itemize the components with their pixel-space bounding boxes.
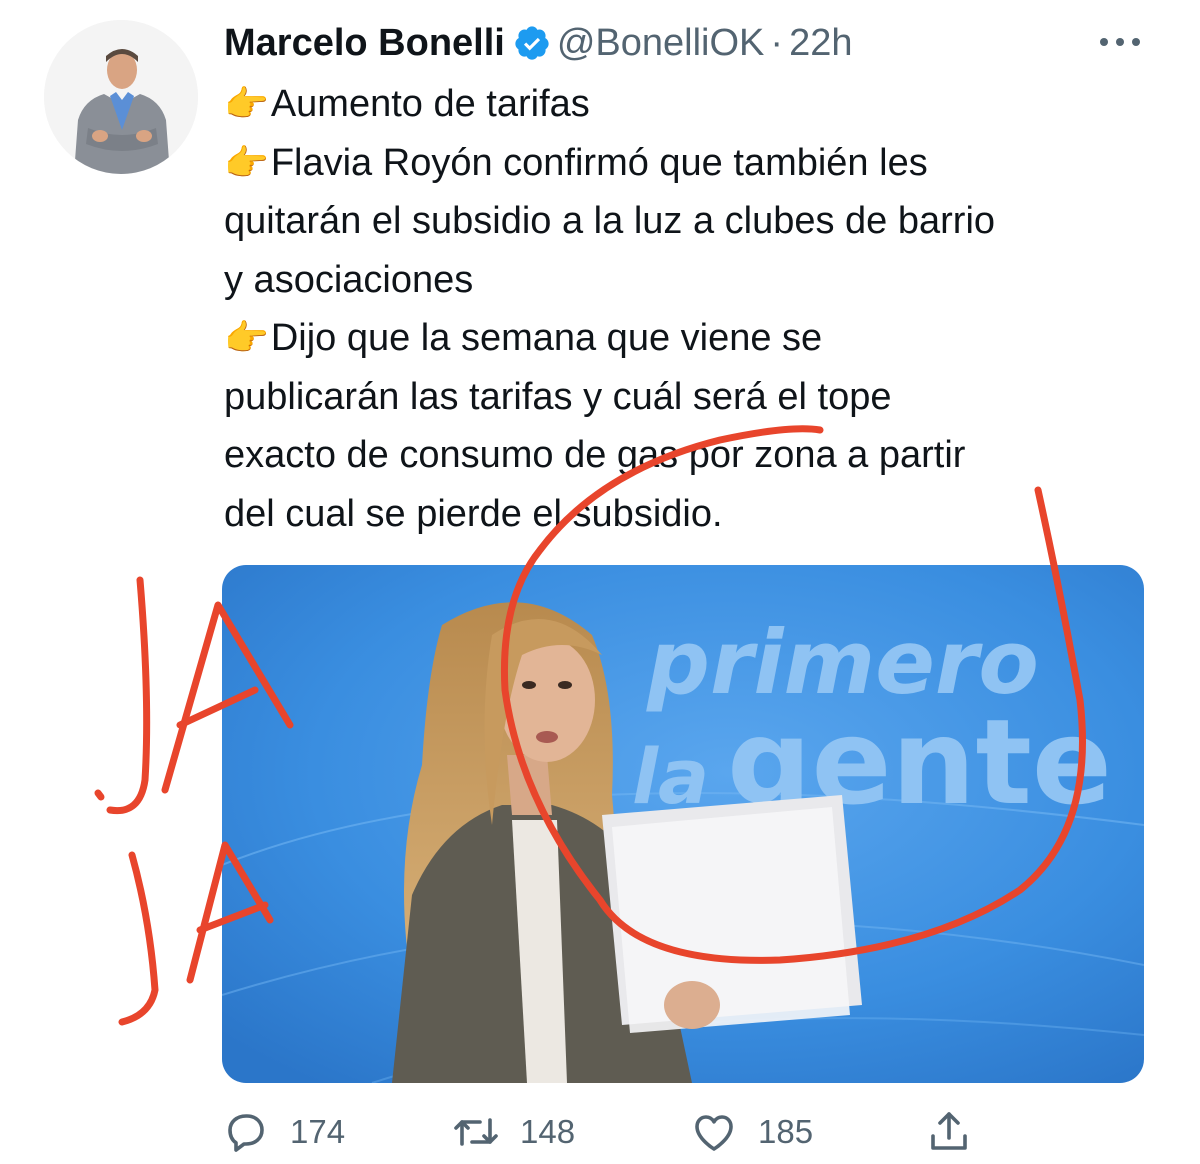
tweet-text-span: publicarán las tarifas y cuál será el to…	[224, 375, 892, 418]
retweet-button[interactable]: 148	[452, 1100, 575, 1164]
author-avatar[interactable]	[44, 20, 198, 174]
like-button[interactable]: 185	[690, 1100, 813, 1164]
avatar-photo	[44, 20, 198, 174]
tweet-text-line: 👉Flavia Royón confirmó que también les	[224, 134, 1164, 193]
reply-icon	[228, 1114, 264, 1152]
tweet-text-line: del cual se pierde el subsidio.	[224, 485, 1164, 544]
pointing-hand-emoji: 👉	[224, 317, 269, 358]
reply-button[interactable]: 174	[222, 1100, 345, 1164]
reply-count: 174	[290, 1113, 346, 1150]
tweet-text-line: publicarán las tarifas y cuál será el to…	[224, 368, 1164, 427]
tweet-text: 👉Aumento de tarifas 👉Flavia Royón confir…	[224, 75, 1164, 543]
heart-icon	[695, 1115, 733, 1151]
share-icon	[931, 1112, 967, 1150]
tweet-text-line: 👉Dijo que la semana que viene se	[224, 309, 1164, 368]
tweet-text-line: quitarán el subsidio a la luz a clubes d…	[224, 192, 1164, 251]
tweet-text-span: Aumento de tarifas	[270, 83, 590, 125]
tweet-text-line: 👉Aumento de tarifas	[224, 75, 1164, 134]
annotation-letter-j	[106, 576, 151, 815]
share-button[interactable]	[925, 1100, 973, 1164]
pointing-hand-emoji: 👉	[224, 83, 269, 124]
tweet-timestamp[interactable]: 22h	[789, 22, 852, 65]
tweet-text-span: y asociaciones	[224, 258, 474, 301]
tweet: Marcelo Bonelli @BonelliOK · 22h 👉Aument…	[0, 0, 1200, 1157]
tweet-text-line: y asociaciones	[224, 251, 1164, 310]
tweet-text-span: exacto de consumo de gas por zona a part…	[224, 434, 966, 476]
tweet-text-line: exacto de consumo de gas por zona a part…	[224, 426, 1164, 485]
tweet-text-span: del cual se pierde el subsidio.	[224, 492, 723, 535]
more-options-icon[interactable]	[1095, 30, 1145, 54]
tweet-header: Marcelo Bonelli @BonelliOK · 22h	[224, 18, 852, 68]
pointing-hand-emoji: 👉	[224, 141, 269, 183]
annotation-dot	[94, 789, 105, 801]
author-handle[interactable]: @BonelliOK	[557, 22, 765, 65]
header-separator: ·	[770, 21, 784, 64]
verified-badge-icon	[513, 24, 551, 62]
retweet-icon	[454, 1118, 498, 1146]
tweet-text-span: Flavia Royón confirmó que también les	[270, 141, 928, 184]
retweet-count: 148	[520, 1113, 576, 1150]
like-count: 185	[758, 1113, 814, 1150]
tweet-text-span: Dijo que la semana que viene se	[270, 317, 823, 359]
author-display-name[interactable]: Marcelo Bonelli	[224, 22, 505, 65]
tweet-actions: 174 148 185	[220, 1100, 1000, 1164]
tweet-media-image[interactable]: primero la gente	[222, 565, 1144, 1083]
tweet-text-span: quitarán el subsidio a la luz a clubes d…	[224, 200, 996, 242]
annotation-letter-j	[118, 851, 159, 1026]
